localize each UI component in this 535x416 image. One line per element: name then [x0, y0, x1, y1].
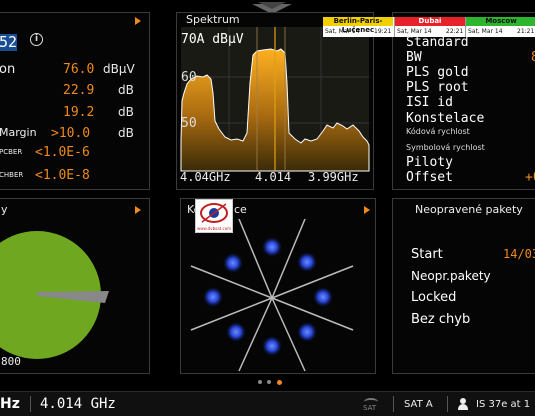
pie-panel[interactable]: y 800: [0, 198, 150, 374]
clock-item: Moscow Sat, Mar 14 21:21: [465, 17, 535, 37]
signal-row-label: on: [0, 62, 16, 77]
signal-row-value: 76.0: [63, 62, 95, 77]
dvbsat-logo: www.dvbsat.com: [195, 199, 233, 233]
spectrum-x-label: 3.99GHz: [308, 170, 359, 184]
signal-row-unit: dB: [118, 83, 134, 97]
pie-bottom-label: 800: [1, 355, 21, 368]
signal-row-value: >10.0: [51, 126, 91, 141]
page-dot[interactable]: [267, 380, 271, 384]
error-row-value: 14/03: [503, 247, 535, 261]
logo-text: www.dvbsat.com: [196, 226, 232, 231]
status-divider: [393, 396, 394, 412]
param-label: Symbolová rychlost: [406, 143, 485, 152]
signal-panel[interactable]: 52 i on 76.0 dBµV 22.9 dB 19.2 dB Margin…: [0, 12, 150, 190]
status-sat-a[interactable]: SAT A: [404, 399, 433, 410]
signal-row-label: PCBER: [0, 148, 23, 156]
spectrum-y-label: 50: [181, 116, 197, 131]
param-label: Piloty: [406, 155, 453, 170]
clock-item: Dubai Sat, Mar 14 22:21: [394, 17, 465, 37]
panel-menu-arrow-icon[interactable]: [135, 17, 141, 25]
params-panel[interactable]: Standard BW 8 PLS gold PLS root ISI id K…: [392, 12, 535, 190]
channel-badge-label: 52: [0, 33, 18, 51]
spectrum-x-label: 4.04GHz: [180, 170, 231, 184]
signal-row-value: 19.2: [63, 105, 95, 120]
signal-row-unit: dBµV: [103, 62, 135, 76]
signal-row-unit: dB: [118, 126, 134, 140]
param-label: Offset: [406, 170, 453, 185]
signal-row-label: Margin: [0, 126, 37, 139]
status-satellite[interactable]: IS 37e at 1: [476, 399, 530, 410]
signal-row-unit: dB: [118, 105, 134, 119]
clock-date: Sat, Mar 14: [468, 28, 503, 35]
page-dot[interactable]: [258, 380, 262, 384]
error-row-label: Bez chyb: [411, 312, 471, 327]
spectrum-ref-level: 70A dBµV: [181, 32, 244, 47]
user-icon[interactable]: [458, 398, 468, 410]
signal-row-value: <1.0E-6: [35, 145, 90, 160]
param-label: Kódová rychlost: [406, 127, 470, 136]
status-bar: Hz 4.014 GHz SAT SAT A IS 37e at 1: [0, 391, 535, 416]
clock-time: 22:21: [446, 28, 464, 35]
signal-row-label: CHBER: [0, 171, 24, 179]
spectrum-y-label: 60: [181, 70, 197, 85]
clock-date: Sat, Mar 14: [397, 28, 432, 35]
param-label: BW: [406, 50, 422, 65]
status-left-unit: Hz: [0, 396, 20, 412]
clock-time: 19:21: [374, 28, 392, 35]
clock-city-header: Berlin-Paris-Lučenec: [323, 17, 393, 34]
error-row-label: Neopr.pakety: [411, 269, 491, 283]
page-dot-active[interactable]: [277, 380, 282, 385]
pie-chart: [0, 231, 109, 359]
clock-item: Berlin-Paris-Lučenec Sat, Mar 14 19:21: [323, 17, 393, 37]
spectrum-panel[interactable]: Spektrum 70A dBµV 60 50 4.04GHz 4.014 3.…: [176, 12, 374, 190]
signal-row-value: 22.9: [63, 83, 95, 98]
status-frequency: 4.014 GHz: [40, 396, 116, 412]
status-sat-label: SAT: [363, 404, 377, 412]
param-value: +0: [525, 170, 535, 185]
param-label: ISI id: [406, 95, 453, 110]
error-row-label: Locked: [411, 290, 457, 305]
param-label: Standard: [406, 35, 469, 50]
status-divider: [30, 396, 31, 412]
clock-date: Sat, Mar 14: [325, 28, 360, 35]
clock-time: 21:21: [517, 28, 535, 35]
clock-city-header: Moscow: [466, 17, 535, 26]
param-label: PLS root: [406, 80, 469, 95]
spectrum-x-label: 4.014: [255, 170, 292, 184]
param-value: 8: [531, 50, 535, 65]
errors-panel[interactable]: Neopravené pakety Start 14/03 Neopr.pake…: [392, 198, 535, 374]
status-divider: [447, 396, 448, 412]
error-row-label: Start: [411, 247, 443, 262]
top-chevron-inner: [258, 2, 286, 9]
info-icon[interactable]: i: [30, 33, 43, 46]
page-dots[interactable]: [258, 380, 288, 386]
param-label: Konstelace: [406, 111, 485, 126]
signal-row-value: <1.0E-8: [35, 168, 90, 183]
world-clock-bar: Berlin-Paris-Lučenec Sat, Mar 14 19:21 D…: [323, 17, 535, 37]
constellation-panel[interactable]: Konstelace: [180, 198, 376, 374]
errors-title: Neopravené pakety: [415, 203, 523, 216]
clock-city-header: Dubai: [395, 17, 465, 26]
param-label: PLS gold: [406, 65, 469, 80]
